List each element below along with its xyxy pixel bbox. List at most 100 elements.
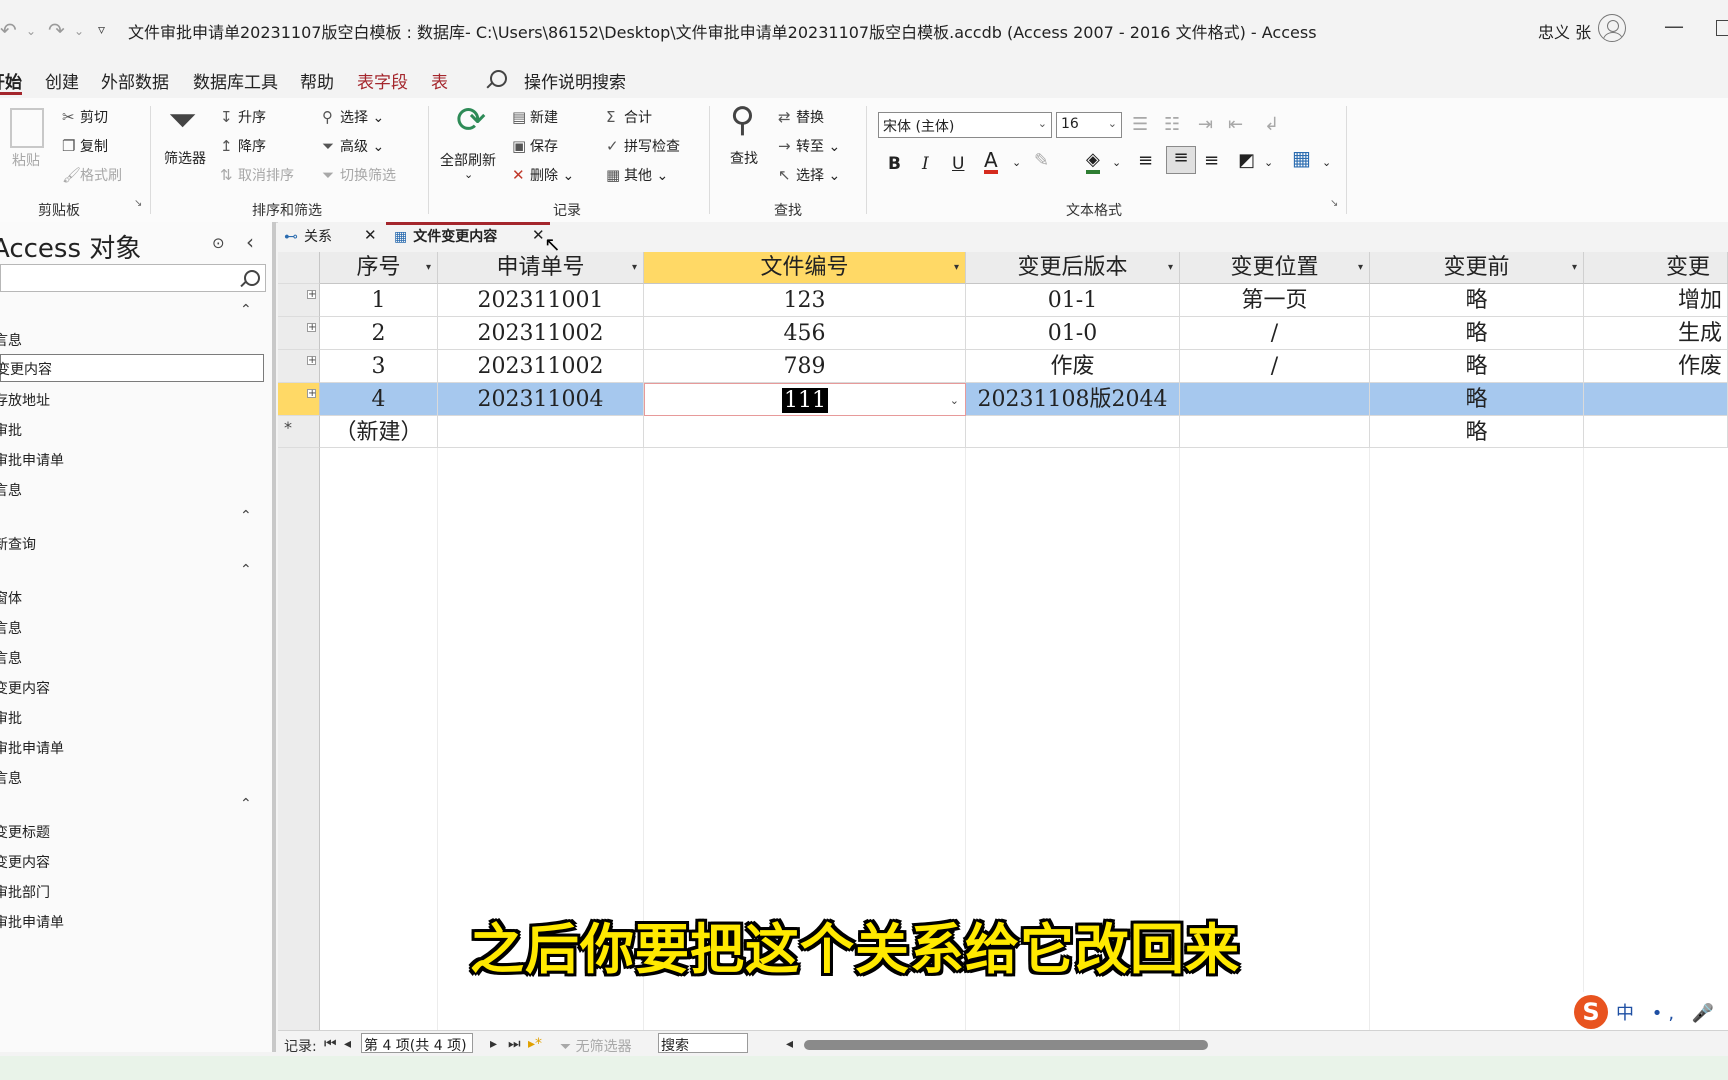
expand-icon[interactable]: + [307,290,316,300]
increase-indent-icon[interactable]: ⇥ [1198,114,1213,135]
fill-color-icon[interactable]: ◈ [1086,150,1100,174]
gridlines-dropdown-icon[interactable]: ⌄ [1322,156,1331,169]
last-record-icon[interactable]: ⏭ [508,1036,521,1052]
redo-icon[interactable]: ↷ [48,18,65,42]
column-header[interactable]: 变更后版本 ▾ [966,252,1180,284]
filter-button[interactable]: 筛选器 [164,148,206,168]
refresh-all-button[interactable]: 全部刷新 [440,150,496,170]
table-cell[interactable]: 123 [644,284,966,317]
nav-item[interactable]: 审批申请单 [0,450,64,470]
align-center-icon[interactable]: ≡ [1166,146,1196,174]
nav-item[interactable]: 新查询 [0,534,36,554]
table-cell[interactable] [644,416,966,448]
paste-icon[interactable] [10,108,44,148]
clipboard-launcher-icon[interactable]: ↘ [134,198,142,209]
underline-button[interactable]: U [952,154,964,174]
highlight-icon[interactable]: ✎ [1034,150,1049,171]
nav-item[interactable]: 言息 [0,330,22,350]
nav-item[interactable]: 言息 [0,480,22,500]
nav-item[interactable]: 审批申请单 [0,912,64,932]
table-cell[interactable] [438,416,644,448]
goto-button[interactable]: → 转至 ⌄ [778,136,840,156]
table-cell[interactable]: 789 [644,350,966,383]
table-cell[interactable]: 略 [1370,416,1584,448]
font-color-dropdown-icon[interactable]: ⌄ [1012,156,1021,169]
sort-ascending-button[interactable]: ↧ 升序 [220,107,266,127]
table-cell[interactable]: 略 [1370,284,1584,317]
new-blank-record-icon[interactable]: ▸* [528,1036,542,1052]
nav-item[interactable]: 变更内容 [0,852,50,872]
close-icon[interactable]: ✕ [364,226,377,244]
table-cell[interactable]: 01-0 [966,317,1180,350]
text-format-launcher-icon[interactable]: ↘ [1330,198,1338,209]
toggle-filter-button[interactable]: ⏷ 切换筛选 [322,165,396,185]
advanced-filter-button[interactable]: ⏷ 高级 ⌄ [322,136,384,156]
no-filter-button[interactable]: ⏷ 无筛选器 [560,1036,632,1056]
tab-create[interactable]: 创建 [45,68,79,93]
table-cell[interactable]: / [1180,350,1370,383]
maximize-icon[interactable] [1716,20,1728,36]
nav-item[interactable]: 言息 [0,648,22,668]
nav-item[interactable]: 变更内容 [0,678,50,698]
font-size-combo[interactable]: 16 ⌄ [1056,112,1122,138]
numbering-icon[interactable]: ☷ [1164,114,1180,135]
table-cell[interactable]: 略 [1370,383,1584,416]
nav-search-input[interactable] [0,264,266,292]
chevron-up-icon[interactable]: ⌃ [240,302,252,318]
cut-button[interactable]: ✂ 剪切 [62,107,108,127]
chevron-up-icon[interactable]: ⌃ [240,796,252,812]
minimize-icon[interactable]: — [1664,14,1684,38]
gridlines-icon[interactable]: ▦ [1292,146,1311,170]
table-cell[interactable] [1180,416,1370,448]
nav-item[interactable]: 审批 [0,708,22,728]
decrease-indent-icon[interactable]: ⇤ [1228,114,1243,135]
record-search-input[interactable]: 搜索 [658,1033,748,1054]
paragraph-direction-icon[interactable]: ↲ [1264,114,1279,135]
nav-item[interactable]: 言息 [0,618,22,638]
tab-table[interactable]: 表 [431,68,448,93]
column-header[interactable]: 变更 [1584,252,1728,284]
previous-record-icon[interactable]: ◂ [344,1036,351,1052]
selected-cell-text[interactable]: 111 [782,388,828,413]
column-dropdown-icon[interactable]: ▾ [632,252,637,283]
paste-button[interactable]: 粘贴 [12,150,40,170]
first-record-icon[interactable]: ⏮ [324,1036,337,1052]
totals-button[interactable]: Σ 合计 [606,107,652,127]
nav-item-selected[interactable]: 变更内容 [0,354,264,382]
table-cell[interactable] [1180,383,1370,416]
select-button[interactable]: ↖ 选择 ⌄ [778,165,840,185]
copy-button[interactable]: ❐ 复制 [62,136,108,156]
nav-item[interactable]: 审批部门 [0,882,50,902]
delete-record-button[interactable]: ✕ 删除 ⌄ [512,165,574,185]
column-header[interactable]: 变更前 ▾ [1370,252,1584,284]
sogou-logo-icon[interactable]: S [1574,995,1608,1029]
search-icon[interactable] [490,70,507,87]
horizontal-scrollbar-thumb[interactable] [804,1040,1208,1050]
more-button[interactable]: ▦ 其他 ⌄ [606,165,668,185]
table-cell[interactable]: 202311002 [438,350,644,383]
table-cell[interactable]: 第一页 [1180,284,1370,317]
column-header[interactable]: 变更位置 ▾ [1180,252,1370,284]
table-cell[interactable]: 1 [320,284,438,317]
spelling-button[interactable]: ✓ 拼写检查 [606,136,680,156]
column-dropdown-icon[interactable]: ▾ [1168,252,1173,283]
table-cell[interactable]: / [1180,317,1370,350]
row-selector[interactable]: + [278,317,320,350]
filter-funnel-icon[interactable]: ⏷ [168,100,197,142]
tab-database-tools[interactable]: 数据库工具 [193,68,278,93]
table-cell[interactable]: 生成 [1584,317,1728,350]
column-dropdown-icon[interactable]: ▾ [426,252,431,283]
table-cell[interactable]: 2 [320,317,438,350]
chevron-up-icon[interactable]: ⌃ [240,562,252,578]
row-selector[interactable]: * [278,416,320,448]
customize-quick-access-icon[interactable]: ▿ [98,22,105,38]
undo-icon[interactable]: ↶ [0,18,17,42]
table-cell[interactable]: 202311002 [438,317,644,350]
alternate-row-color-icon[interactable]: ◩ [1238,150,1255,171]
tab-home[interactable]: 开始 [0,68,22,93]
doc-tab-relationships[interactable]: ⊷ 关系 [284,226,332,246]
row-selector[interactable]: + [278,284,320,317]
ime-toolbar[interactable]: S 中 •, 🎤 ▦ [1572,992,1728,1032]
sort-descending-button[interactable]: ↥ 降序 [220,136,266,156]
fill-color-dropdown-icon[interactable]: ⌄ [1112,156,1121,169]
